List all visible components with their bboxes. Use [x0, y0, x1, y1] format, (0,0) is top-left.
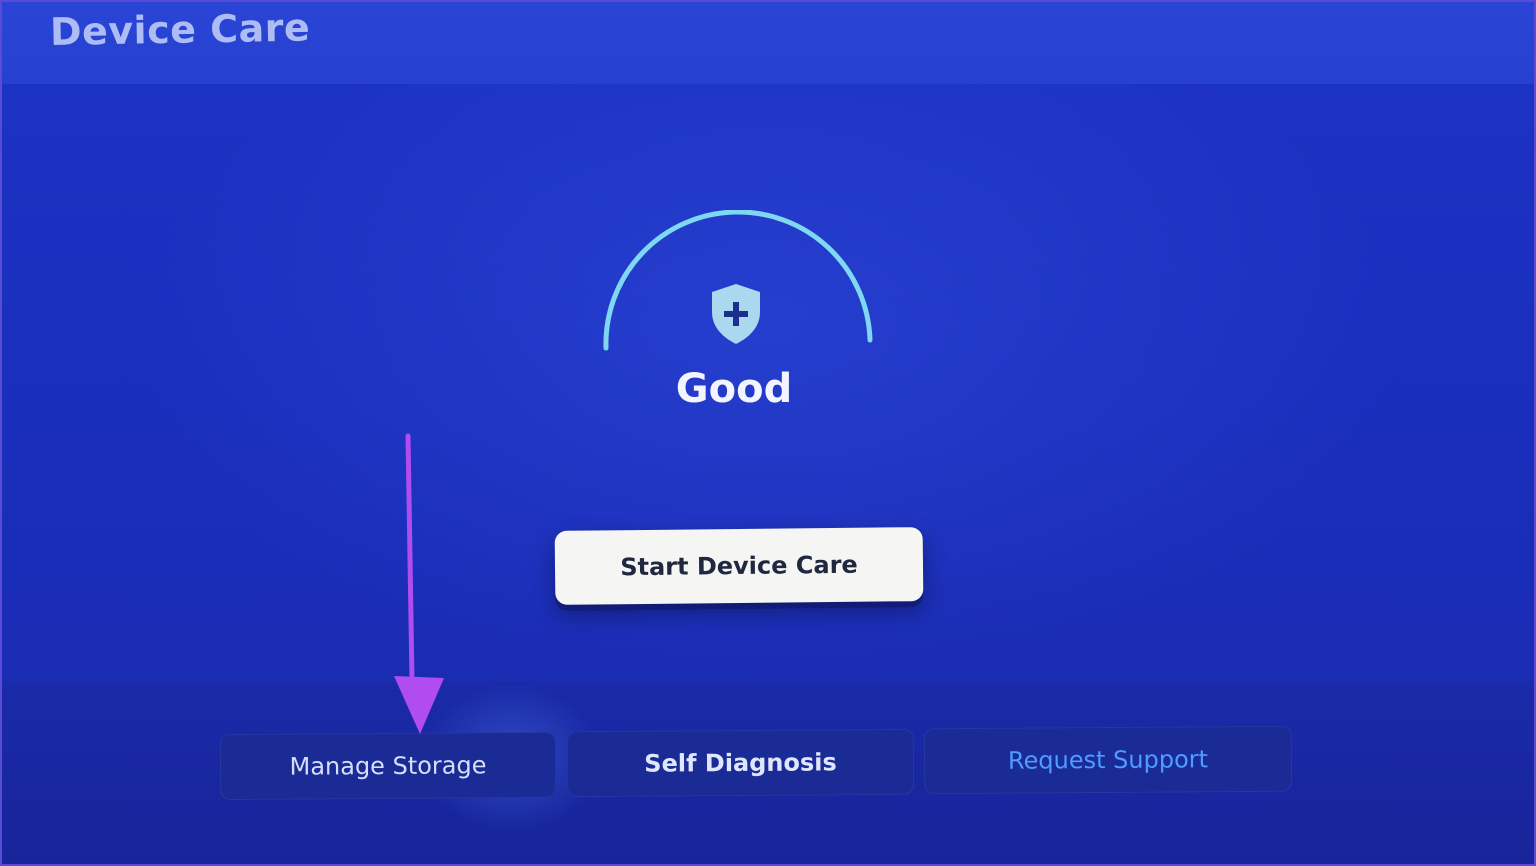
status-label: Good: [675, 366, 793, 412]
shield-plus-icon: [712, 284, 760, 344]
manage-storage-button[interactable]: Manage Storage: [219, 731, 557, 801]
page-title: Device Care: [49, 5, 311, 54]
device-care-screen: Device Care Good Start Device Care Manag…: [2, 2, 1534, 864]
self-diagnosis-button[interactable]: Self Diagnosis: [566, 728, 915, 798]
start-device-care-button[interactable]: Start Device Care: [554, 527, 924, 605]
request-support-button[interactable]: Request Support: [923, 725, 1293, 795]
